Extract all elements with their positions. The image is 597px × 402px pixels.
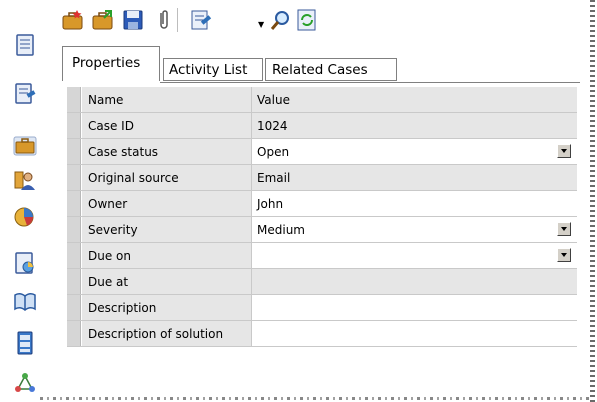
table-row[interactable]: Severity Medium bbox=[67, 217, 577, 243]
report-icon[interactable] bbox=[13, 251, 37, 275]
row-gutter bbox=[67, 295, 81, 320]
property-name: Owner bbox=[82, 191, 252, 216]
toolbar-separator bbox=[177, 8, 178, 32]
new-case-icon[interactable] bbox=[62, 9, 84, 31]
row-gutter bbox=[67, 165, 81, 190]
row-gutter bbox=[67, 113, 81, 138]
due-at-field[interactable] bbox=[252, 269, 577, 294]
row-gutter bbox=[67, 87, 81, 112]
property-grid: Name Value Case ID 1024 Case status Open… bbox=[67, 87, 577, 347]
case-status-value: Open bbox=[257, 145, 290, 159]
description-field[interactable] bbox=[252, 295, 577, 320]
left-icon-bar bbox=[0, 0, 46, 402]
dropdown-button[interactable] bbox=[557, 222, 571, 236]
tab-strip-baseline bbox=[160, 82, 580, 83]
row-gutter bbox=[67, 321, 81, 346]
case-id-value: 1024 bbox=[252, 113, 577, 138]
table-row[interactable]: Description bbox=[67, 295, 577, 321]
book-icon[interactable] bbox=[13, 290, 37, 314]
table-row[interactable]: Owner John bbox=[67, 191, 577, 217]
search-icon[interactable] bbox=[270, 9, 292, 31]
severity-value: Medium bbox=[257, 223, 305, 237]
toolbar: ▼ bbox=[56, 0, 586, 38]
grid-header: Name Value bbox=[67, 87, 577, 113]
window-edge bbox=[590, 0, 595, 402]
table-row[interactable]: Original source Email bbox=[67, 165, 577, 191]
description-of-solution-field[interactable] bbox=[252, 321, 577, 346]
table-row[interactable]: Due on bbox=[67, 243, 577, 269]
table-row[interactable]: Case status Open bbox=[67, 139, 577, 165]
severity-select[interactable]: Medium bbox=[252, 217, 577, 242]
tab-strip: Properties Activity List Related Cases bbox=[62, 44, 582, 84]
tab-activity-list[interactable]: Activity List bbox=[163, 58, 263, 81]
property-name: Case status bbox=[82, 139, 252, 164]
row-gutter bbox=[67, 139, 81, 164]
attach-icon[interactable] bbox=[153, 9, 175, 31]
property-name: Original source bbox=[82, 165, 252, 190]
tab-properties[interactable]: Properties bbox=[62, 46, 160, 81]
owner-field[interactable]: John bbox=[252, 191, 577, 216]
column-header-value: Value bbox=[252, 87, 577, 112]
property-name: Description of solution bbox=[82, 321, 252, 346]
save-icon[interactable] bbox=[122, 9, 144, 31]
refresh-icon[interactable] bbox=[296, 9, 318, 31]
chart-icon[interactable] bbox=[13, 205, 37, 229]
property-name: Due at bbox=[82, 269, 252, 294]
property-name: Case ID bbox=[82, 113, 252, 138]
dropdown-button[interactable] bbox=[557, 144, 571, 158]
row-gutter bbox=[67, 243, 81, 268]
window-bottom-edge bbox=[40, 397, 590, 400]
due-on-select[interactable] bbox=[252, 243, 577, 268]
property-name: Severity bbox=[82, 217, 252, 242]
table-row[interactable]: Due at bbox=[67, 269, 577, 295]
tab-related-cases[interactable]: Related Cases bbox=[265, 58, 397, 81]
table-row[interactable]: Description of solution bbox=[67, 321, 577, 347]
dropdown-button[interactable] bbox=[557, 248, 571, 262]
edit-icon[interactable] bbox=[190, 9, 212, 31]
network-icon[interactable] bbox=[13, 371, 37, 395]
property-name: Description bbox=[82, 295, 252, 320]
cabinet-icon[interactable] bbox=[13, 331, 37, 355]
row-gutter bbox=[67, 217, 81, 242]
document-edit-icon[interactable] bbox=[13, 82, 37, 106]
chevron-down-icon[interactable]: ▼ bbox=[258, 20, 264, 29]
case-status-select[interactable]: Open bbox=[252, 139, 577, 164]
property-name: Due on bbox=[82, 243, 252, 268]
row-gutter bbox=[67, 191, 81, 216]
table-row[interactable]: Case ID 1024 bbox=[67, 113, 577, 139]
original-source-value: Email bbox=[252, 165, 577, 190]
document-icon[interactable] bbox=[13, 33, 37, 57]
open-case-icon[interactable] bbox=[92, 9, 114, 31]
row-gutter bbox=[67, 269, 81, 294]
column-header-name: Name bbox=[82, 87, 252, 112]
people-icon[interactable] bbox=[13, 168, 37, 192]
briefcase-icon[interactable] bbox=[13, 133, 37, 157]
